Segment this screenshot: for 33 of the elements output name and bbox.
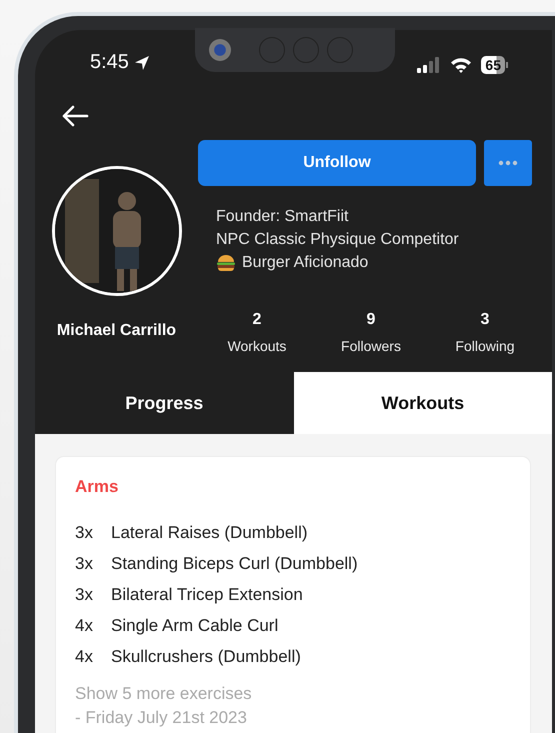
exercise-name: Standing Biceps Curl (Dumbbell) — [111, 554, 358, 574]
exercise-name: Bilateral Tricep Extension — [111, 584, 303, 604]
bio-text: Founder: SmartFiit — [216, 208, 348, 226]
burger-icon — [216, 254, 236, 272]
set-count: 3x — [75, 522, 94, 542]
back-arrow-icon[interactable] — [61, 104, 89, 128]
workout-date: - Friday July 21st 2023 — [75, 708, 248, 728]
battery-indicator: 65 — [481, 56, 508, 74]
set-count: 3x — [75, 554, 94, 574]
more-icon — [498, 160, 518, 166]
tab[interactable]: Workouts — [294, 372, 552, 434]
stat-label: Followers — [341, 338, 401, 354]
profile-name: Michael Carrillo — [56, 322, 176, 340]
workout-title: Arms — [75, 477, 120, 497]
exercise-name: Skullcrushers (Dumbbell) — [111, 646, 301, 666]
stat-count: 3 — [480, 311, 490, 329]
location-arrow-icon — [132, 54, 151, 72]
stat-count: 9 — [366, 311, 376, 329]
stat-count: 2 — [252, 311, 262, 329]
set-count: 4x — [75, 646, 94, 666]
wifi-icon — [450, 57, 472, 73]
signal-icon — [417, 57, 442, 73]
camera-icon — [209, 39, 231, 61]
exercise-name: Single Arm Cable Curl — [111, 616, 278, 636]
stat-label: Workouts — [228, 338, 286, 354]
status-time: 5:45 — [90, 51, 129, 74]
bio-text: Burger Aficionado — [242, 254, 368, 272]
set-count: 4x — [75, 616, 94, 636]
set-count: 3x — [75, 584, 94, 604]
unfollow-button[interactable]: Unfollow — [198, 140, 476, 186]
exercise-name: Lateral Raises (Dumbbell) — [111, 522, 308, 542]
bio-text: NPC Classic Physique Competitor — [216, 230, 459, 248]
stat-label: Following — [455, 338, 515, 354]
